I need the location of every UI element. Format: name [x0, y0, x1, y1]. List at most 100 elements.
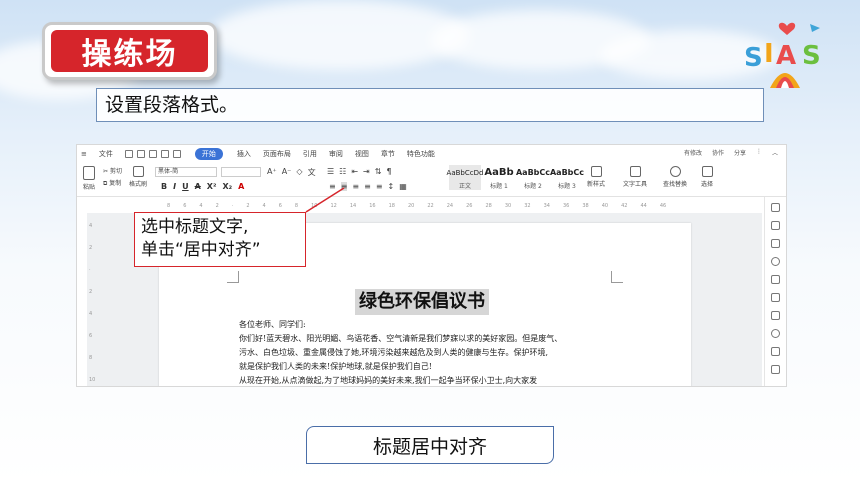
ribbon-toolbar: 粘贴 ✂ 剪切 ⧉ 复制 格式刷 黑体-简 A⁺ A⁻ ◇ 文 B I U A …	[77, 163, 786, 197]
numbered-list-icon[interactable]: ☷	[339, 167, 346, 176]
subscript-icon[interactable]: X₂	[222, 182, 232, 191]
svg-text:A: A	[776, 41, 796, 71]
drop-icon[interactable]	[771, 239, 780, 248]
doc-line: 从现在开始,从点滴做起,为了地球妈妈的美好未来,我们一起争当环保小卫士,向大家发	[239, 376, 538, 385]
ruler-tick: 8	[294, 203, 299, 209]
preview-icon[interactable]	[148, 150, 157, 158]
share-button[interactable]: 分享	[734, 148, 746, 157]
doc-line: 污水、白色垃圾、重金属侵蚀了她,环境污染越来越危及到人类的健康与生存。保护环境,	[239, 348, 549, 357]
document-body[interactable]: 各位老师、同学们: 你们好!蓝天碧水、阳光明媚、鸟语花香、空气清新是我们梦寐以求…	[239, 318, 619, 386]
settings-icon[interactable]	[771, 257, 780, 266]
svg-text:S: S	[744, 43, 763, 73]
increase-indent-icon[interactable]: ⇥	[363, 167, 370, 176]
menu-file[interactable]: 文件	[99, 149, 113, 159]
ruler-tick: 30	[504, 203, 512, 209]
tab-insert[interactable]: 插入	[237, 149, 251, 159]
font-size-select[interactable]	[221, 167, 261, 177]
ruler-tick: 6	[278, 203, 282, 209]
callout-box: 选中标题文字, 单击“居中对齐”	[134, 212, 306, 267]
wrench-icon	[629, 166, 641, 177]
caption-box: 标题居中对齐	[306, 426, 554, 464]
image-icon[interactable]	[771, 347, 780, 356]
strikethrough-icon[interactable]: A	[195, 182, 201, 191]
search-icon	[669, 166, 681, 177]
ruler-tick: 14	[349, 203, 357, 209]
ruler-tick: 22	[427, 203, 434, 209]
ruler-tick: 36	[562, 203, 570, 209]
undo-icon[interactable]	[160, 150, 169, 158]
ruler-tick: 44	[640, 203, 647, 209]
select-button[interactable]: 选择	[701, 166, 713, 188]
clipboard-icon	[83, 166, 95, 180]
history-icon[interactable]	[771, 329, 780, 338]
tab-references[interactable]: 引用	[303, 149, 317, 159]
italic-icon[interactable]: I	[173, 182, 176, 191]
menu-icon[interactable]: ≡	[81, 150, 87, 158]
changes-button[interactable]: 有修改	[684, 148, 702, 157]
style-heading-3[interactable]: AaBbCc 标题 3	[550, 165, 584, 190]
underline-icon[interactable]: U	[182, 182, 189, 191]
horizontal-ruler[interactable]: 8 6 4 2 · 2 4 6 8 10 12 14 16 18 20 22 24 26 28 30 32 34 36 38 4…	[77, 201, 786, 211]
tab-features[interactable]: 特色功能	[407, 149, 435, 159]
new-style-button[interactable]: 新样式	[587, 166, 605, 188]
style-normal[interactable]: AaBbCcDd 正文	[447, 165, 483, 190]
document-title-selected[interactable]: 绿色环保倡议书	[355, 289, 489, 315]
style-heading-2[interactable]: AaBbCc 标题 2	[516, 165, 550, 190]
list-controls: ☰ ☷ ⇤ ⇥ ⇅ ¶	[327, 167, 392, 176]
select-icon	[701, 166, 713, 177]
superscript-icon[interactable]: X²	[207, 182, 217, 191]
print-icon[interactable]	[136, 150, 145, 158]
shapes-icon[interactable]	[771, 221, 780, 230]
ruler-tick: 6	[183, 203, 187, 209]
font-color-icon[interactable]: A	[238, 182, 244, 191]
save-icon[interactable]	[124, 150, 133, 158]
tab-chapter[interactable]: 章节	[381, 149, 395, 159]
style-gallery: AaBbCcDd 正文 AaBb 标题 1 AaBbCc 标题 2 AaBbCc…	[447, 165, 584, 190]
sort-icon[interactable]: ⇅	[375, 167, 382, 176]
find-replace-button[interactable]: 查找替换	[663, 166, 687, 188]
redo-icon[interactable]	[172, 150, 181, 158]
bullet-list-icon[interactable]: ☰	[327, 167, 334, 176]
format-painter-button[interactable]: 格式刷	[129, 166, 147, 188]
pen-icon[interactable]	[771, 203, 780, 212]
font-name-select[interactable]: 黑体-简	[155, 167, 217, 177]
collaborate-button[interactable]: 协作	[712, 148, 724, 157]
clear-format-icon[interactable]: ◇	[296, 167, 302, 178]
show-marks-icon[interactable]: ¶	[386, 167, 391, 176]
alignment-controls: ≡ ≡ ≡ ≡ ≡ ↕ ▦	[329, 182, 407, 191]
paste-button[interactable]: 粘贴	[83, 166, 95, 191]
align-left-icon[interactable]: ≡	[329, 182, 336, 191]
align-right-icon[interactable]: ≡	[352, 182, 359, 191]
phonetic-icon[interactable]: 文	[308, 167, 316, 178]
decrease-indent-icon[interactable]: ⇤	[351, 167, 358, 176]
export-icon[interactable]	[771, 365, 780, 374]
ruler-tick: 10	[89, 377, 96, 383]
ruler-tick: ·	[89, 267, 91, 273]
copy-button[interactable]: ⧉ 复制	[103, 178, 122, 190]
ruler-tick: 12	[330, 203, 337, 209]
distributed-icon[interactable]: ≡	[376, 182, 383, 191]
ruler-tick: 8	[89, 355, 93, 361]
cursor-icon[interactable]	[771, 275, 780, 284]
tab-review[interactable]: 审阅	[329, 149, 343, 159]
text-tools-button[interactable]: 文字工具	[623, 166, 647, 188]
quick-access-toolbar	[124, 150, 181, 158]
align-center-icon[interactable]: ≡	[340, 182, 348, 191]
bold-icon[interactable]: B	[161, 182, 167, 191]
tab-home[interactable]: 开始	[194, 148, 223, 160]
justify-icon[interactable]: ≡	[364, 182, 371, 191]
shrink-font-icon[interactable]: A⁻	[282, 167, 292, 178]
grow-font-icon[interactable]: A⁺	[267, 167, 277, 178]
lock-icon[interactable]	[771, 293, 780, 302]
vertical-ruler[interactable]: 4 2 · 2 4 6 8 10	[87, 213, 97, 386]
shading-icon[interactable]: ▦	[399, 182, 407, 191]
tab-page-layout[interactable]: 页面布局	[263, 149, 291, 159]
style-heading-1[interactable]: AaBb 标题 1	[483, 165, 515, 190]
doc-line: 各位老师、同学们:	[239, 320, 306, 329]
collapse-ribbon-icon[interactable]: ︿	[772, 148, 778, 157]
more-icon[interactable]: ⋮	[756, 148, 762, 157]
tab-view[interactable]: 视图	[355, 149, 369, 159]
adjust-icon[interactable]	[771, 311, 780, 320]
line-spacing-icon[interactable]: ↕	[388, 182, 395, 191]
cut-button[interactable]: ✂ 剪切	[103, 166, 122, 178]
